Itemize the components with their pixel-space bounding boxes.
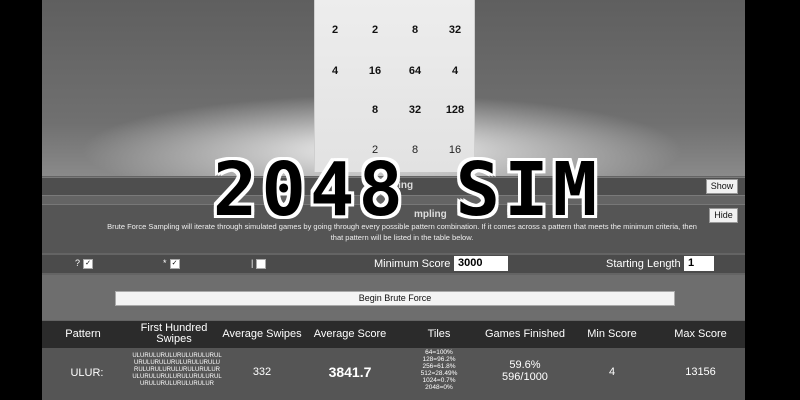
tile-stat: 1024=0.7% bbox=[422, 377, 456, 384]
tile-stat: 512=28.49% bbox=[420, 370, 458, 377]
option-1-label: ? bbox=[75, 258, 81, 268]
option-1[interactable]: ? ✓ bbox=[75, 258, 94, 269]
app-window: 2 2 8 32 4 16 64 4 8 32 128 2 8 16 ping … bbox=[42, 0, 745, 400]
games-finished-percent: 59.6% bbox=[509, 359, 541, 371]
tile-stat: 64=100% bbox=[425, 349, 453, 356]
cell-average-score: 3841.7 bbox=[328, 364, 372, 380]
cell-tiles: 64=100% 128=96.2% 256=61.8% 512=28.49% 1… bbox=[394, 349, 484, 391]
tile: 64 bbox=[408, 65, 422, 77]
begin-brute-force-button[interactable]: Begin Brute Force bbox=[115, 291, 675, 306]
tile: 128 bbox=[445, 104, 465, 116]
results-table-header: Pattern First Hundred Swipes Average Swi… bbox=[42, 321, 745, 348]
tile: 2 bbox=[371, 24, 379, 36]
option-3-checkbox[interactable] bbox=[256, 258, 267, 269]
cell-max-score: 13156 bbox=[685, 366, 716, 378]
header-average-swipes: Average Swipes bbox=[222, 328, 302, 340]
option-2[interactable]: * ✓ bbox=[163, 258, 180, 269]
cell-first-hundred: ULURULURULURULURULURULURULURULURULURULUR… bbox=[132, 353, 222, 387]
starting-length-label: Starting Length bbox=[606, 258, 681, 270]
cell-games-finished: 59.6% 596/1000 bbox=[482, 359, 568, 383]
tile: 2 bbox=[331, 24, 339, 36]
tile: 8 bbox=[411, 24, 419, 36]
cell-min-score: 4 bbox=[608, 366, 616, 378]
header-first-hundred: First Hundred Swipes bbox=[140, 322, 208, 345]
header-tiles: Tiles bbox=[427, 328, 451, 340]
tile: 16 bbox=[368, 65, 382, 77]
tile-stat: 256=61.8% bbox=[422, 363, 456, 370]
tile: 4 bbox=[451, 65, 459, 77]
tile: 32 bbox=[448, 24, 462, 36]
hide-button[interactable]: Hide bbox=[709, 208, 738, 223]
table-row: ULUR: ULURULURULURULURULURULURULURULURUL… bbox=[42, 348, 745, 400]
page-title: 2048 SIM bbox=[212, 147, 602, 233]
option-3[interactable]: | bbox=[251, 258, 267, 269]
cell-average-swipes: 332 bbox=[252, 366, 272, 378]
tile-stat: 128=96.2% bbox=[422, 356, 456, 363]
tile-stat: 2048=0% bbox=[425, 384, 453, 391]
minimum-score-input[interactable]: 3000 bbox=[454, 256, 508, 271]
tile: 32 bbox=[408, 104, 422, 116]
tile: 4 bbox=[331, 65, 339, 77]
option-2-checkbox[interactable]: ✓ bbox=[169, 258, 180, 269]
header-pattern: Pattern bbox=[65, 328, 101, 340]
minimum-score-label: Minimum Score bbox=[374, 258, 451, 270]
option-3-label: | bbox=[251, 258, 254, 268]
starting-length-input[interactable]: 1 bbox=[684, 256, 714, 271]
header-games-finished: Games Finished bbox=[484, 328, 566, 340]
header-average-score: Average Score bbox=[313, 328, 387, 340]
tile: 8 bbox=[371, 104, 379, 116]
cell-pattern: ULUR: bbox=[70, 367, 104, 379]
option-2-label: * bbox=[163, 258, 167, 268]
header-max-score: Max Score bbox=[674, 328, 727, 340]
header-min-score: Min Score bbox=[587, 328, 637, 340]
games-finished-count: 596/1000 bbox=[502, 371, 548, 383]
option-1-checkbox[interactable]: ✓ bbox=[83, 258, 94, 269]
show-button[interactable]: Show bbox=[706, 179, 738, 194]
